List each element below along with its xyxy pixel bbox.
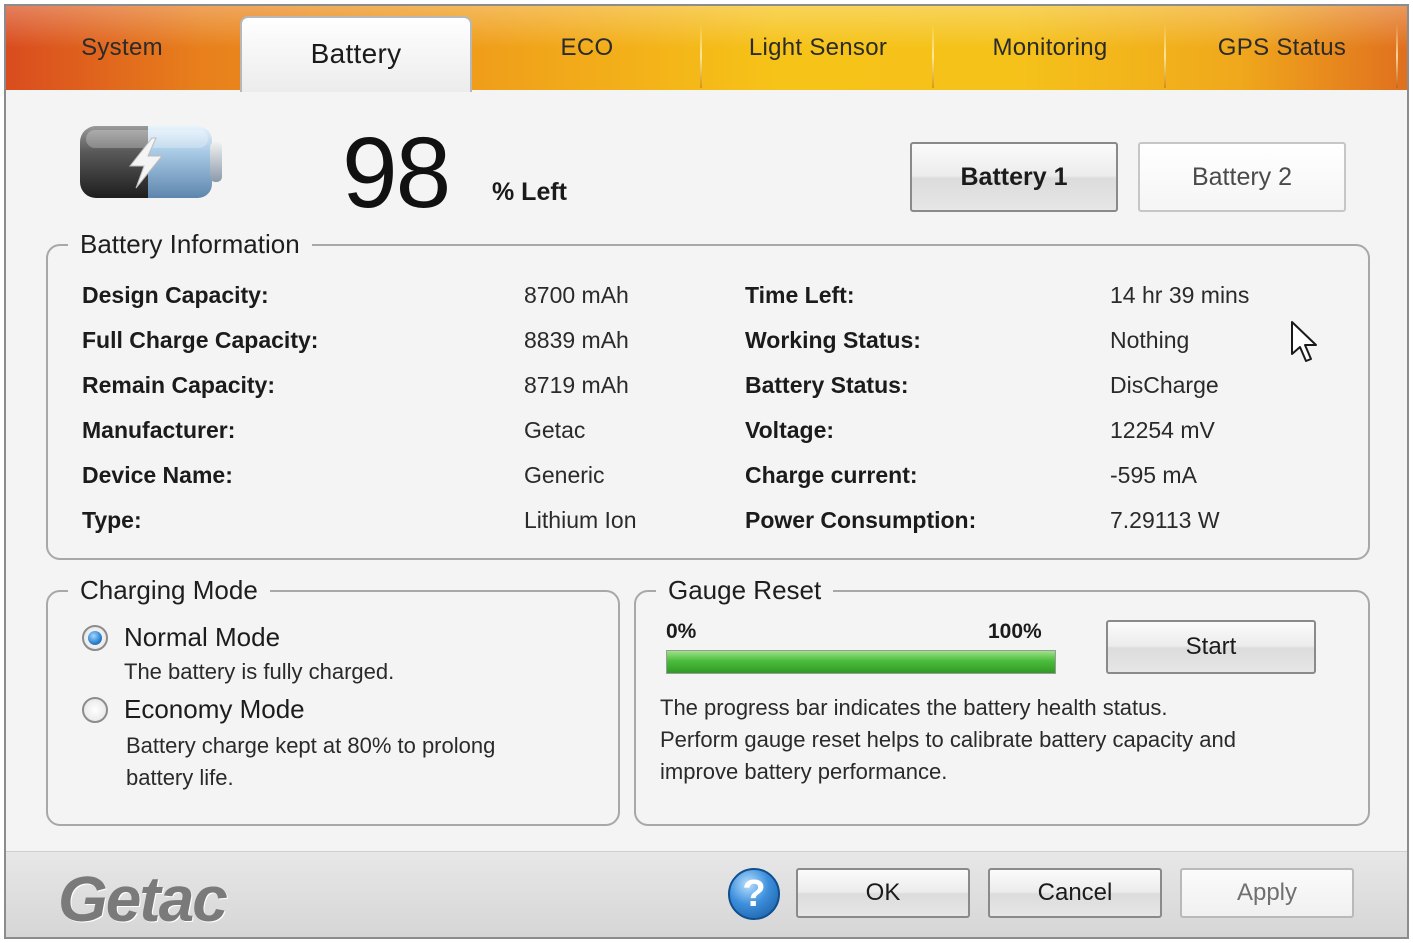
economy-mode-radio[interactable]: [82, 696, 108, 723]
tab-system[interactable]: System: [6, 6, 238, 90]
battery-health-progress-bar: [666, 650, 1056, 674]
info-row: Remain Capacity: 8719 mAh Battery Status…: [78, 372, 1368, 402]
gauge-description-line-2: Perform gauge reset helps to calibrate b…: [660, 727, 1236, 752]
time-left-label: Time Left:: [745, 282, 855, 308]
battery-information-group: Battery Information Design Capacity: 870…: [46, 226, 1370, 560]
tab-bar: System Battery ECO Light Sensor Monitori…: [6, 6, 1407, 92]
tab-battery[interactable]: Battery: [240, 16, 472, 92]
type-label: Type:: [82, 507, 142, 533]
progress-max-label: 100%: [988, 620, 1042, 643]
tab-eco[interactable]: ECO: [472, 6, 702, 90]
tab-gps-status[interactable]: GPS Status: [1166, 6, 1398, 90]
battery-percent-value: 98: [342, 117, 451, 229]
power-consumption-label: Power Consumption:: [745, 507, 977, 533]
normal-mode-description: The battery is fully charged.: [124, 659, 395, 684]
battery-charging-icon: [76, 120, 226, 204]
info-row: Type: Lithium Ion Power Consumption: 7.2…: [78, 507, 1368, 537]
time-left-value: 14 hr 39 mins: [1110, 282, 1250, 308]
tab-monitoring[interactable]: Monitoring: [934, 6, 1166, 90]
full-charge-capacity-value: 8839 mAh: [524, 327, 629, 353]
design-capacity-label: Design Capacity:: [82, 282, 269, 308]
help-glyph: ?: [742, 872, 766, 915]
device-name-label: Device Name:: [82, 462, 233, 488]
full-charge-capacity-label: Full Charge Capacity:: [82, 327, 319, 353]
power-consumption-value: 7.29113 W: [1110, 507, 1220, 533]
battery-status-value: DisCharge: [1110, 372, 1219, 398]
manufacturer-label: Manufacturer:: [82, 417, 236, 443]
footer-bar: Getac ? OK Cancel Apply: [6, 851, 1407, 937]
working-status-label: Working Status:: [745, 327, 921, 353]
economy-mode-description-line-1: Battery charge kept at 80% to prolong: [126, 733, 496, 758]
gauge-reset-title: Gauge Reset: [656, 572, 834, 608]
gauge-description-line-3: improve battery performance.: [660, 759, 948, 784]
mouse-pointer-icon: [1290, 320, 1320, 369]
charging-mode-group: Charging Mode Normal Mode The battery is…: [46, 572, 620, 826]
help-icon[interactable]: ?: [728, 868, 780, 920]
gauge-reset-group: Gauge Reset 0% 100% Start The progress b…: [634, 572, 1370, 826]
cancel-button[interactable]: Cancel: [988, 868, 1162, 918]
normal-mode-radio[interactable]: [82, 624, 108, 651]
remain-capacity-label: Remain Capacity:: [82, 372, 276, 398]
voltage-label: Voltage:: [745, 417, 835, 443]
design-capacity-value: 8700 mAh: [524, 282, 629, 308]
economy-mode-description-line-2: battery life.: [126, 765, 234, 790]
info-row: Full Charge Capacity: 8839 mAh Working S…: [78, 327, 1368, 357]
start-button[interactable]: Start: [1106, 620, 1316, 674]
voltage-value: 12254 mV: [1110, 417, 1215, 443]
battery-2-button[interactable]: Battery 2: [1138, 142, 1346, 212]
battery-status-label: Battery Status:: [745, 372, 909, 398]
info-row: Manufacturer: Getac Voltage: 12254 mV: [78, 417, 1368, 447]
info-row: Design Capacity: 8700 mAh Time Left: 14 …: [78, 282, 1368, 312]
economy-mode-option[interactable]: Economy Mode: [82, 694, 305, 725]
apply-button[interactable]: Apply: [1180, 868, 1354, 918]
ok-button[interactable]: OK: [796, 868, 970, 918]
charge-current-value: -595 mA: [1110, 462, 1197, 488]
battery-health-progress-fill: [667, 651, 1055, 673]
working-status-value: Nothing: [1110, 327, 1190, 353]
manufacturer-value: Getac: [524, 417, 586, 443]
battery-information-title: Battery Information: [68, 226, 312, 262]
tab-light-sensor[interactable]: Light Sensor: [702, 6, 934, 90]
economy-mode-label: Economy Mode: [124, 694, 305, 724]
remain-capacity-value: 8719 mAh: [524, 372, 629, 398]
getac-logo: Getac: [58, 863, 228, 935]
normal-mode-option[interactable]: Normal Mode: [82, 622, 280, 653]
battery-settings-window: System Battery ECO Light Sensor Monitori…: [4, 4, 1409, 939]
type-value: Lithium Ion: [524, 507, 637, 533]
charge-current-label: Charge current:: [745, 462, 918, 488]
gauge-description-line-1: The progress bar indicates the battery h…: [660, 695, 1168, 720]
battery-percent-label: % Left: [492, 178, 567, 206]
progress-min-label: 0%: [666, 620, 697, 643]
info-row: Device Name: Generic Charge current: -59…: [78, 462, 1368, 492]
device-name-value: Generic: [524, 462, 605, 488]
normal-mode-label: Normal Mode: [124, 622, 281, 652]
battery-1-button[interactable]: Battery 1: [910, 142, 1118, 212]
charging-mode-title: Charging Mode: [68, 572, 270, 608]
